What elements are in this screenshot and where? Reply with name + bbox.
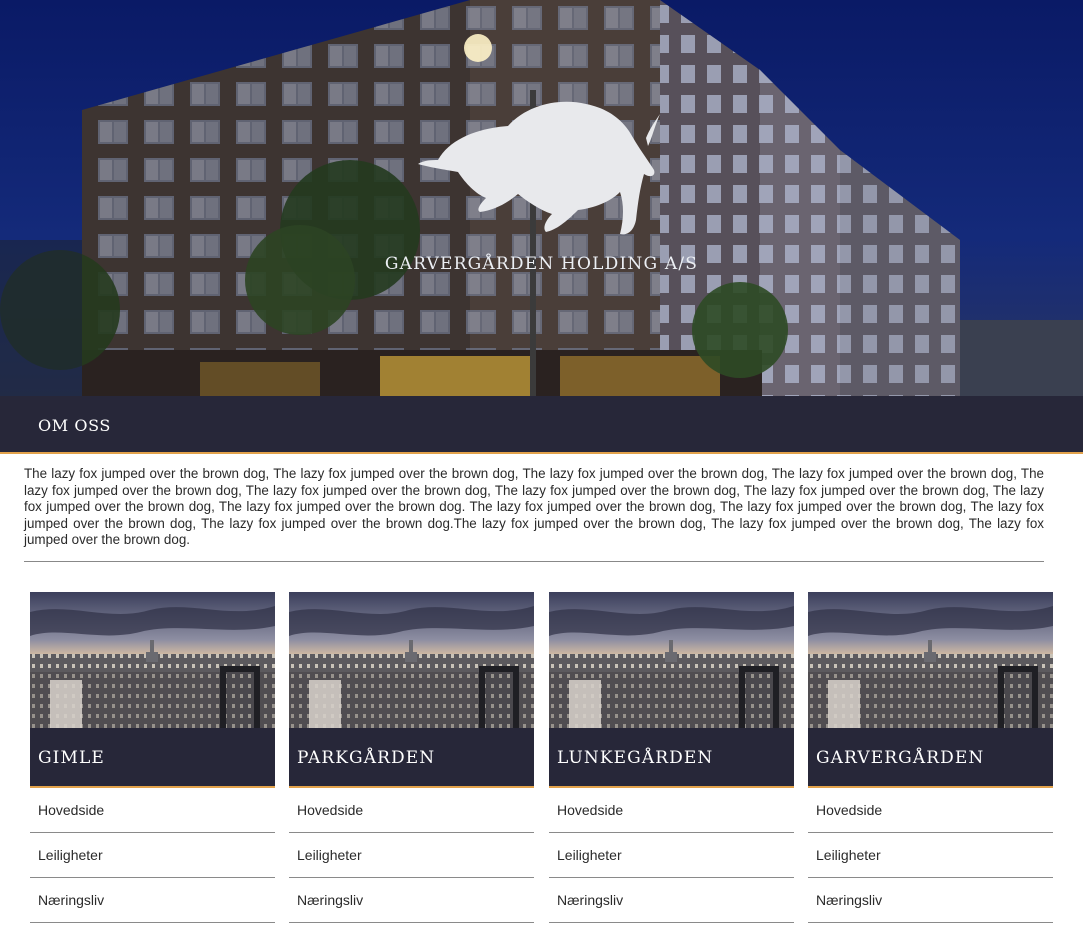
bull-icon <box>418 101 660 235</box>
property-card-garvergarden: GARVERGÅRDEN Hovedside Leiligheter Nærin… <box>808 592 1053 923</box>
link-hovedside[interactable]: Hovedside <box>289 788 534 833</box>
link-naeringsliv[interactable]: Næringsliv <box>30 878 275 923</box>
link-leiligheter[interactable]: Leiligheter <box>30 833 275 878</box>
link-leiligheter[interactable]: Leiligheter <box>289 833 534 878</box>
card-header: GARVERGÅRDEN <box>808 728 1053 788</box>
about-header: OM OSS <box>0 396 1083 454</box>
link-naeringsliv[interactable]: Næringsliv <box>808 878 1053 923</box>
about-title: OM OSS <box>38 416 111 435</box>
card-header: LUNKEGÅRDEN <box>549 728 794 788</box>
property-card-parkgarden: PARKGÅRDEN Hovedside Leiligheter Nærings… <box>289 592 534 923</box>
card-header: PARKGÅRDEN <box>289 728 534 788</box>
city-photo <box>549 592 794 728</box>
card-title: GARVERGÅRDEN <box>816 748 985 768</box>
property-card-gimle: GIMLE Hovedside Leiligheter Næringsliv <box>30 592 275 923</box>
hero-banner: GARVERGÅRDEN HOLDING A/S <box>0 0 1083 396</box>
card-title: PARKGÅRDEN <box>297 748 436 768</box>
about-text: The lazy fox jumped over the brown dog, … <box>24 466 1044 548</box>
card-title: LUNKEGÅRDEN <box>557 748 714 768</box>
link-naeringsliv[interactable]: Næringsliv <box>549 878 794 923</box>
link-hovedside[interactable]: Hovedside <box>549 788 794 833</box>
link-hovedside[interactable]: Hovedside <box>808 788 1053 833</box>
link-hovedside[interactable]: Hovedside <box>30 788 275 833</box>
card-header: GIMLE <box>30 728 275 788</box>
brand-title: GARVERGÅRDEN HOLDING A/S <box>384 254 699 274</box>
link-leiligheter[interactable]: Leiligheter <box>549 833 794 878</box>
property-card-lunkegarden: LUNKEGÅRDEN Hovedside Leiligheter Næring… <box>549 592 794 923</box>
city-photo <box>808 592 1053 728</box>
divider <box>24 561 1044 562</box>
card-title: GIMLE <box>38 748 105 768</box>
city-photo <box>289 592 534 728</box>
city-photo <box>30 592 275 728</box>
link-naeringsliv[interactable]: Næringsliv <box>289 878 534 923</box>
link-leiligheter[interactable]: Leiligheter <box>808 833 1053 878</box>
